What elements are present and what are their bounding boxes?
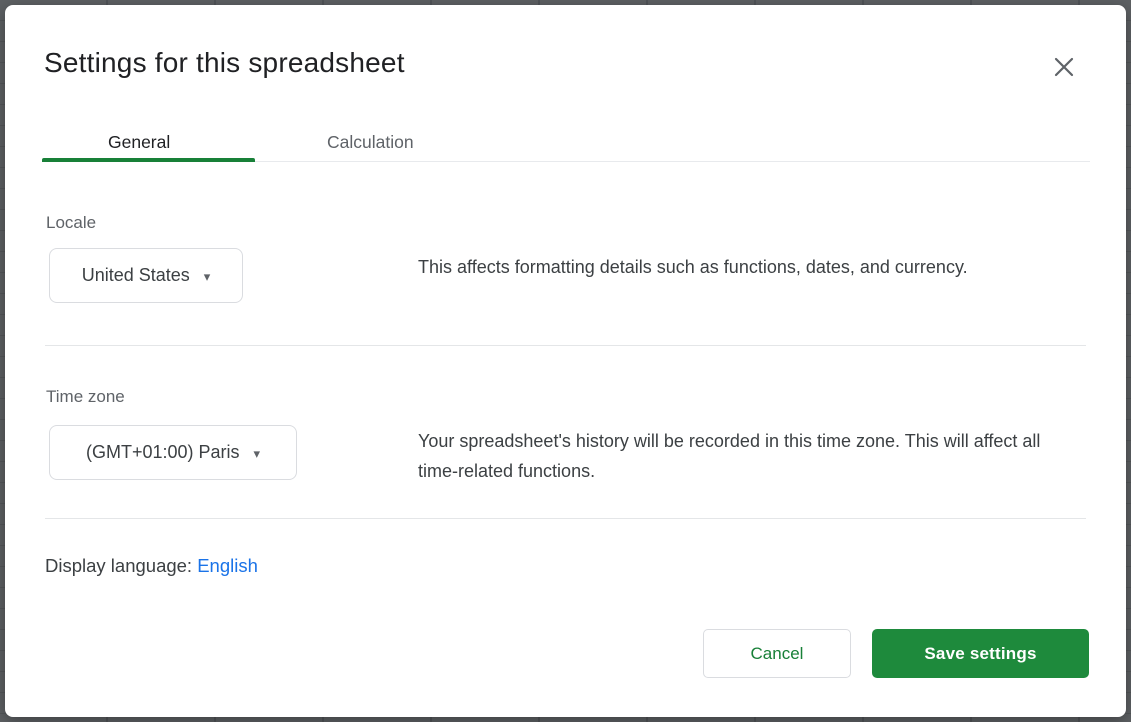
tab-calculation[interactable]: Calculation [327, 129, 414, 155]
locale-label: Locale [46, 211, 96, 235]
display-language-label: Display language: [45, 555, 192, 576]
save-settings-button[interactable]: Save settings [872, 629, 1089, 678]
timezone-dropdown-value: (GMT+01:00) Paris [86, 442, 240, 463]
cancel-button[interactable]: Cancel [703, 629, 851, 678]
timezone-dropdown[interactable]: (GMT+01:00) Paris ▾ [49, 425, 297, 480]
display-language-row: Display language: English [45, 555, 258, 577]
timezone-label: Time zone [46, 385, 125, 409]
locale-dropdown-value: United States [82, 265, 190, 286]
close-icon [1053, 56, 1075, 78]
display-language-link[interactable]: English [197, 555, 258, 576]
locale-description: This affects formatting details such as … [418, 252, 1018, 282]
close-button[interactable] [1046, 49, 1082, 85]
tab-general[interactable]: General [108, 129, 170, 155]
dialog-title: Settings for this spreadsheet [44, 47, 405, 79]
section-divider [45, 345, 1086, 346]
timezone-description: Your spreadsheet's history will be recor… [418, 426, 1068, 486]
chevron-down-icon: ▾ [254, 447, 261, 460]
section-divider [45, 518, 1086, 519]
chevron-down-icon: ▾ [204, 270, 211, 283]
active-tab-indicator [42, 158, 255, 162]
spreadsheet-settings-dialog: Settings for this spreadsheet General Ca… [5, 5, 1126, 717]
locale-dropdown[interactable]: United States ▾ [49, 248, 243, 303]
